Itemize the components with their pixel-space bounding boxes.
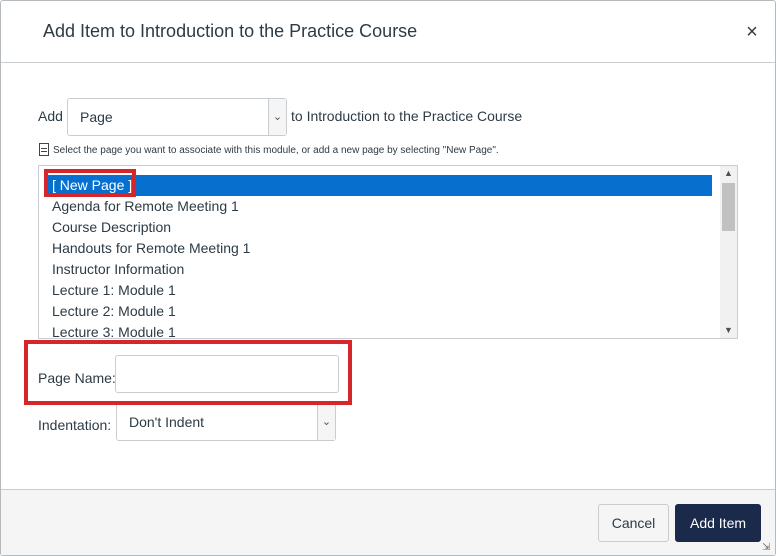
scroll-thumb[interactable] [722, 183, 735, 231]
document-icon [39, 143, 49, 156]
list-item[interactable]: Course Description [44, 217, 712, 238]
chevron-down-icon: ⌄ [268, 99, 286, 135]
hint-text-row: Select the page you want to associate wi… [39, 143, 499, 156]
page-name-input[interactable] [115, 355, 339, 393]
list-item[interactable]: Instructor Information [44, 259, 712, 280]
dialog-body: Add Page ⌄ to Introduction to the Practi… [1, 63, 775, 489]
cancel-button[interactable]: Cancel [598, 504, 669, 542]
dialog-footer: Cancel Add Item ⇲ [1, 489, 775, 555]
list-item[interactable]: Lecture 3: Module 1 [44, 322, 712, 338]
add-item-button[interactable]: Add Item [675, 504, 761, 542]
dialog-header: Add Item to Introduction to the Practice… [1, 1, 775, 63]
item-type-value: Page [80, 109, 113, 125]
resize-handle-icon[interactable]: ⇲ [762, 543, 772, 553]
dialog-title: Add Item to Introduction to the Practice… [43, 21, 418, 41]
list-item[interactable]: Handouts for Remote Meeting 1 [44, 238, 712, 259]
list-item[interactable]: Lecture 1: Module 1 [44, 280, 712, 301]
indentation-value: Don't Indent [129, 414, 205, 430]
list-item[interactable]: [ New Page ] [44, 175, 712, 196]
page-name-label: Page Name: [38, 370, 116, 386]
indentation-select[interactable]: Don't Indent ⌄ [116, 403, 336, 441]
list-item[interactable]: Lecture 2: Module 1 [44, 301, 712, 322]
close-icon[interactable]: × [741, 21, 763, 43]
scroll-up-icon[interactable]: ▲ [720, 166, 737, 181]
page-list[interactable]: [ New Page ] Agenda for Remote Meeting 1… [38, 165, 738, 339]
add-label: Add [38, 108, 63, 124]
list-scrollbar[interactable]: ▲ ▼ [720, 166, 737, 338]
list-item[interactable]: Agenda for Remote Meeting 1 [44, 196, 712, 217]
indentation-label: Indentation: [38, 417, 112, 433]
item-type-select[interactable]: Page ⌄ [67, 98, 287, 136]
hint-text: Select the page you want to associate wi… [53, 145, 499, 156]
add-item-dialog: Add Item to Introduction to the Practice… [0, 0, 776, 556]
chevron-down-icon: ⌄ [317, 404, 335, 440]
scroll-down-icon[interactable]: ▼ [720, 323, 737, 338]
module-target-label: to Introduction to the Practice Course [291, 108, 523, 124]
